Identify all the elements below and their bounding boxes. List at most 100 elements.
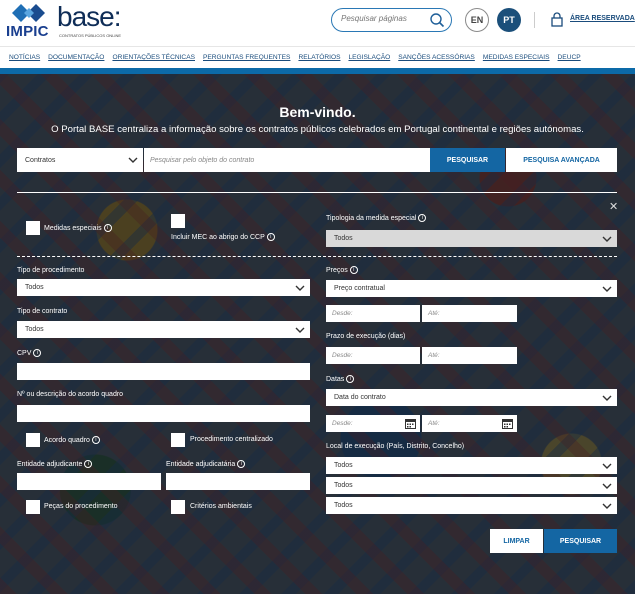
datas-text: Datas <box>326 375 345 383</box>
advanced-submit-button[interactable]: PESQUISAR <box>544 529 617 553</box>
header-divider <box>534 12 535 28</box>
nav-item-deucp[interactable]: DEUCP <box>558 54 581 61</box>
info-icon[interactable]: i <box>237 460 246 468</box>
nav-item-perguntas[interactable]: PERGUNTAS FREQUENTES <box>203 54 290 61</box>
tipologia-select[interactable]: Todos <box>326 230 617 247</box>
impic-logo-text: IMPIC <box>6 23 49 40</box>
chevron-down-icon <box>128 157 138 163</box>
precos-ate-input[interactable]: Até: <box>422 305 517 322</box>
nav-item-sancoes[interactable]: SANÇÕES ACESSÓRIAS <box>398 54 475 61</box>
precos-value: Preço contratual <box>334 285 385 292</box>
tipo-contrato-label: Tipo de contrato <box>17 308 68 315</box>
nav-item-medidas[interactable]: MEDIDAS ESPECIAIS <box>483 54 550 61</box>
info-icon[interactable]: i <box>349 266 358 274</box>
info-icon[interactable]: i <box>84 460 93 468</box>
pecas-label: Peças do procedimento <box>44 503 118 510</box>
close-icon[interactable]: ✕ <box>609 200 618 213</box>
info-icon[interactable]: i <box>346 375 355 383</box>
precos-text: Preços <box>326 266 348 274</box>
cpv-input[interactable] <box>17 363 310 380</box>
datas-ate-text: Até: <box>428 420 440 427</box>
welcome-intro: O Portal BASE centraliza a informação so… <box>51 124 584 135</box>
procedimento-centralizado-label: Procedimento centralizado <box>190 436 273 443</box>
medidas-especiais-checkbox[interactable] <box>26 221 40 235</box>
tipologia-value: Todos <box>334 235 353 242</box>
pecas-checkbox[interactable] <box>26 500 40 514</box>
prazo-ate-input[interactable]: Até: <box>422 347 517 364</box>
tipologia-text: Tipologia da medida especial <box>326 214 417 222</box>
calendar-icon[interactable] <box>405 418 416 429</box>
nav-item-documentacao[interactable]: DOCUMENTAÇÃO <box>48 54 104 61</box>
section-divider <box>17 192 617 193</box>
lock-icon[interactable] <box>551 12 563 27</box>
datas-select[interactable]: Data do contrato <box>326 389 617 406</box>
acordo-quadro-label: Acordo quadro i <box>44 436 100 444</box>
precos-label: Preços i <box>326 266 358 274</box>
nav-item-legislacao[interactable]: LEGISLAÇÃO <box>348 54 390 61</box>
nav-item-noticias[interactable]: NOTÍCIAS <box>9 54 40 61</box>
search-button[interactable]: PESQUISAR <box>430 148 505 172</box>
entidade-adjudicante-input[interactable] <box>17 473 161 490</box>
procedimento-centralizado-checkbox[interactable] <box>171 433 185 447</box>
tipo-contrato-value: Todos <box>25 326 44 333</box>
nav-item-relatorios[interactable]: RELATÓRIOS <box>298 54 340 61</box>
area-reservada-link[interactable]: ÁREA RESERVADA <box>570 15 635 22</box>
info-icon[interactable]: i <box>266 233 275 241</box>
search-type-value: Contratos <box>25 156 56 164</box>
entidade-adjudicante-label: Entidade adjudicante i <box>17 460 93 468</box>
acordo-input[interactable] <box>17 405 310 422</box>
object-search-input[interactable]: Pesquisar pelo objeto do contrato <box>144 148 430 172</box>
clear-button[interactable]: LIMPAR <box>490 529 543 553</box>
impic-diamonds-icon <box>12 4 45 22</box>
entidade-adjudicataria-input[interactable] <box>166 473 310 490</box>
base-logo-subtitle: CONTRATOS PÚBLICOS ONLINE <box>59 33 122 38</box>
chevron-down-icon <box>295 285 305 291</box>
tipo-procedimento-value: Todos <box>25 284 44 291</box>
incluir-mec-label: Incluir MEC ao abrigo do CCP i <box>171 233 275 241</box>
search-type-select[interactable]: Contratos <box>17 148 143 172</box>
chevron-down-icon <box>602 503 612 509</box>
chevron-down-icon <box>602 463 612 469</box>
datas-value: Data do contrato <box>334 394 386 401</box>
welcome-title: Bem-vindo. <box>279 104 356 120</box>
calendar-icon[interactable] <box>502 418 513 429</box>
search-icon[interactable] <box>429 12 445 28</box>
advanced-search-button[interactable]: PESQUISA AVANÇADA <box>506 148 617 172</box>
precos-select[interactable]: Preço contratual <box>326 280 617 297</box>
incluir-mec-checkbox[interactable] <box>171 214 185 228</box>
cpv-text: CPV <box>17 349 32 357</box>
lang-en-button[interactable]: EN <box>465 8 489 32</box>
prazo-desde-input[interactable]: Desde: <box>326 347 420 364</box>
info-icon[interactable]: i <box>33 349 42 357</box>
entidade-adjudicataria-label: Entidade adjudicatária i <box>166 460 246 468</box>
page-search-box[interactable] <box>331 8 452 32</box>
local-distrito-select[interactable]: Todos <box>326 477 617 494</box>
chevron-down-icon <box>602 286 612 292</box>
local-label: Local de execução (País, Distrito, Conce… <box>326 443 465 450</box>
dashed-divider <box>17 256 617 257</box>
local-pais-select[interactable]: Todos <box>326 457 617 474</box>
datas-desde-input[interactable]: Desde: <box>326 415 420 432</box>
acordo-quadro-checkbox[interactable] <box>26 433 40 447</box>
criterios-checkbox[interactable] <box>171 500 185 514</box>
precos-desde-input[interactable]: Desde: <box>326 305 420 322</box>
datas-desde-text: Desde: <box>332 420 353 427</box>
entidade-adjudicataria-text: Entidade adjudicatária <box>166 460 236 468</box>
medidas-especiais-text: Medidas especiais <box>44 224 102 232</box>
info-icon[interactable]: i <box>418 214 427 222</box>
lang-pt-button[interactable]: PT <box>497 8 521 32</box>
datas-ate-input[interactable]: Até: <box>422 415 517 432</box>
info-icon[interactable]: i <box>103 224 112 232</box>
base-logo[interactable]: base: CONTRATOS PÚBLICOS ONLINE <box>57 2 121 39</box>
page-search-input[interactable] <box>341 14 431 23</box>
tipo-contrato-select[interactable]: Todos <box>17 321 310 338</box>
cpv-label: CPV i <box>17 349 42 357</box>
chevron-down-icon <box>602 483 612 489</box>
impic-logo[interactable]: IMPIC <box>6 4 51 40</box>
nav-item-orientacoes[interactable]: ORIENTAÇÕES TÉCNICAS <box>112 54 195 61</box>
datas-label: Datas i <box>326 375 355 383</box>
entidade-adjudicante-text: Entidade adjudicante <box>17 460 83 468</box>
tipo-procedimento-select[interactable]: Todos <box>17 279 310 296</box>
info-icon[interactable]: i <box>91 436 100 444</box>
local-concelho-select[interactable]: Todos <box>326 497 617 514</box>
